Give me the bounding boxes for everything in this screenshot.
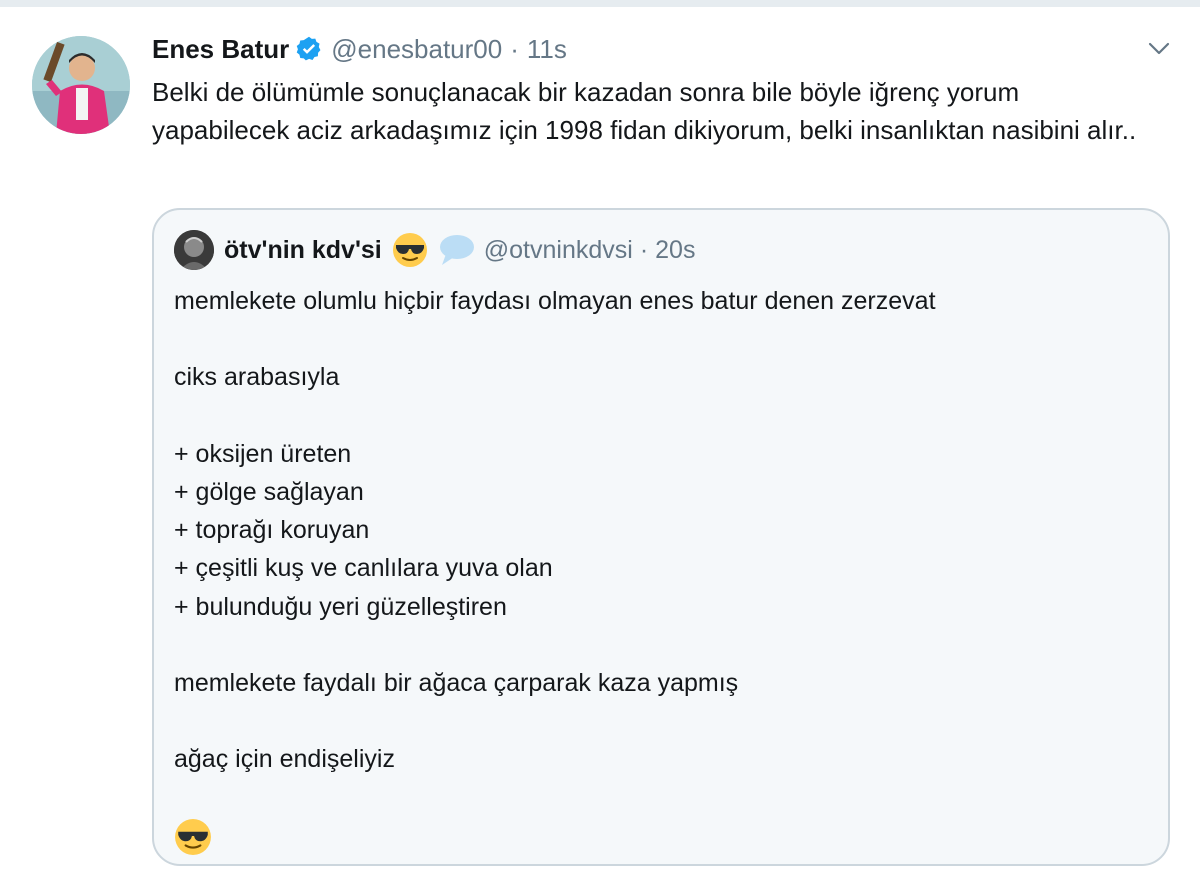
quoted-timestamp: 20s xyxy=(655,235,696,264)
quoted-line: memlekete faydalı bir ağaca çarparak kaz… xyxy=(174,668,739,697)
author-handle[interactable]: @enesbatur00 xyxy=(331,34,502,65)
quoted-profile-photo xyxy=(174,230,214,270)
avatar[interactable] xyxy=(32,36,130,134)
quoted-line: ağaç için endişeliyiz xyxy=(174,745,395,774)
quoted-line: + gölge sağlayan xyxy=(174,477,364,506)
quoted-line: + çeşitli kuş ve canlılara yuva olan xyxy=(174,554,553,583)
quoted-line: + toprağı koruyan xyxy=(174,516,370,545)
author-name[interactable]: Enes Batur xyxy=(152,34,289,65)
quoted-line xyxy=(174,702,936,740)
quoted-line xyxy=(174,397,936,435)
top-divider xyxy=(0,0,1200,7)
quoted-tweet-text: memlekete olumlu hiçbir faydası olmayan … xyxy=(174,282,936,855)
tweet-header: Enes Batur @enesbatur00 · 11s xyxy=(152,29,567,69)
chevron-down-icon[interactable] xyxy=(1146,35,1172,61)
quoted-author-handle: @otvninkdvsi xyxy=(483,235,633,264)
quoted-line: + bulunduğu yeri güzelleştiren xyxy=(174,592,507,621)
sunglasses-emoji-icon xyxy=(175,819,211,855)
profile-photo xyxy=(32,36,130,134)
quoted-line: + oksijen üreten xyxy=(174,439,352,468)
quoted-line xyxy=(174,320,936,358)
sunglasses-emoji-icon xyxy=(392,233,427,267)
tweet-timestamp[interactable]: 11s xyxy=(527,34,567,65)
quoted-line xyxy=(174,626,936,664)
quoted-tweet[interactable]: ötv'nin kdv'si @otvninkdvsi · 20s memlek… xyxy=(152,208,1170,866)
quoted-avatar xyxy=(174,230,214,270)
quoted-line xyxy=(174,778,936,816)
quoted-tweet-header: ötv'nin kdv'si @otvninkdvsi · 20s xyxy=(174,230,695,270)
quoted-line: memlekete olumlu hiçbir faydası olmayan … xyxy=(174,287,936,315)
quoted-author-name: ötv'nin kdv'si xyxy=(224,235,382,264)
tweet[interactable]: Enes Batur @enesbatur00 · 11s Belki de ö… xyxy=(0,7,1200,886)
quoted-line: ciks arabasıyla xyxy=(174,363,340,392)
tweet-text: Belki de ölümümle sonuçlanacak bir kazad… xyxy=(152,77,1137,145)
separator-dot: · xyxy=(510,33,519,64)
quoted-closing-emoji-line xyxy=(174,817,936,855)
verified-badge-icon xyxy=(297,36,321,61)
quoted-separator-dot: · xyxy=(639,235,649,264)
speech-bubble-emoji-icon xyxy=(439,235,474,265)
